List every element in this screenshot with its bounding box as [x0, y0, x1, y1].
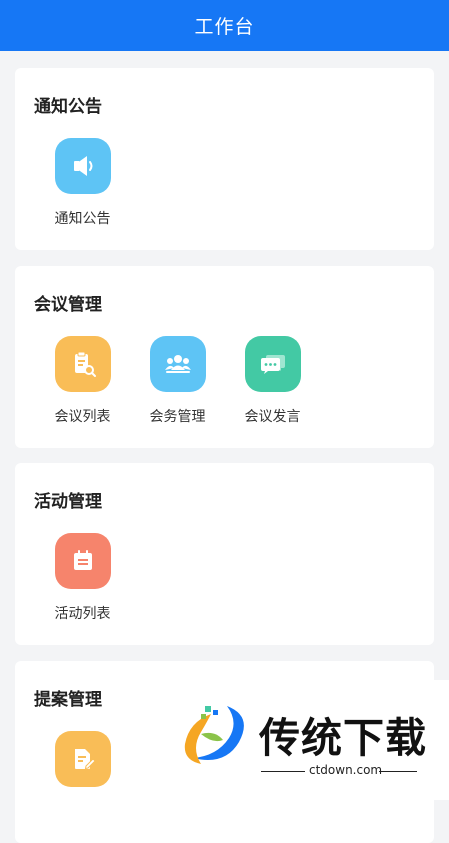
section-title: 通知公告	[34, 97, 102, 117]
watermark-brand: 传统下载	[259, 714, 427, 762]
ctdown-logo-icon	[184, 706, 244, 764]
app-label: 活动列表	[54, 606, 111, 622]
calendar-icon	[54, 533, 111, 589]
app-label: 通知公告	[54, 211, 111, 227]
watermark-divider-right	[379, 771, 417, 772]
group-icon	[149, 336, 206, 392]
watermark-divider-left	[261, 771, 305, 772]
app-label: 会议列表	[54, 409, 111, 425]
clipboard-search-icon	[54, 336, 111, 392]
app-label: 会议发言	[244, 409, 301, 425]
section-title: 会议管理	[34, 295, 102, 315]
app-activity-list[interactable]: 活动列表	[35, 533, 130, 623]
app-meeting-speech[interactable]: 会议发言	[225, 336, 320, 426]
section-card-meetings: 会议管理 会议列表 会务管理 会议发言	[15, 266, 434, 448]
app-label: 会务管理	[149, 409, 206, 425]
chat-bubble-icon	[244, 336, 301, 392]
document-edit-icon	[54, 731, 111, 787]
section-card-activities: 活动管理 活动列表	[15, 463, 434, 645]
section-title: 活动管理	[34, 492, 102, 512]
page-title: 工作台	[194, 16, 255, 38]
app-meeting-list[interactable]: 会议列表	[35, 336, 130, 426]
watermark-url: ctdown.com	[309, 763, 383, 777]
app-notices[interactable]: 通知公告	[35, 138, 130, 228]
app-proposals[interactable]	[35, 731, 130, 801]
app-meeting-affairs[interactable]: 会务管理	[130, 336, 225, 426]
section-title: 提案管理	[34, 690, 102, 710]
section-card-notices: 通知公告 通知公告	[15, 68, 434, 250]
speaker-icon	[54, 138, 111, 194]
top-bar: 工作台	[0, 0, 449, 51]
watermark: 传统下载 ctdown.com	[167, 680, 449, 800]
